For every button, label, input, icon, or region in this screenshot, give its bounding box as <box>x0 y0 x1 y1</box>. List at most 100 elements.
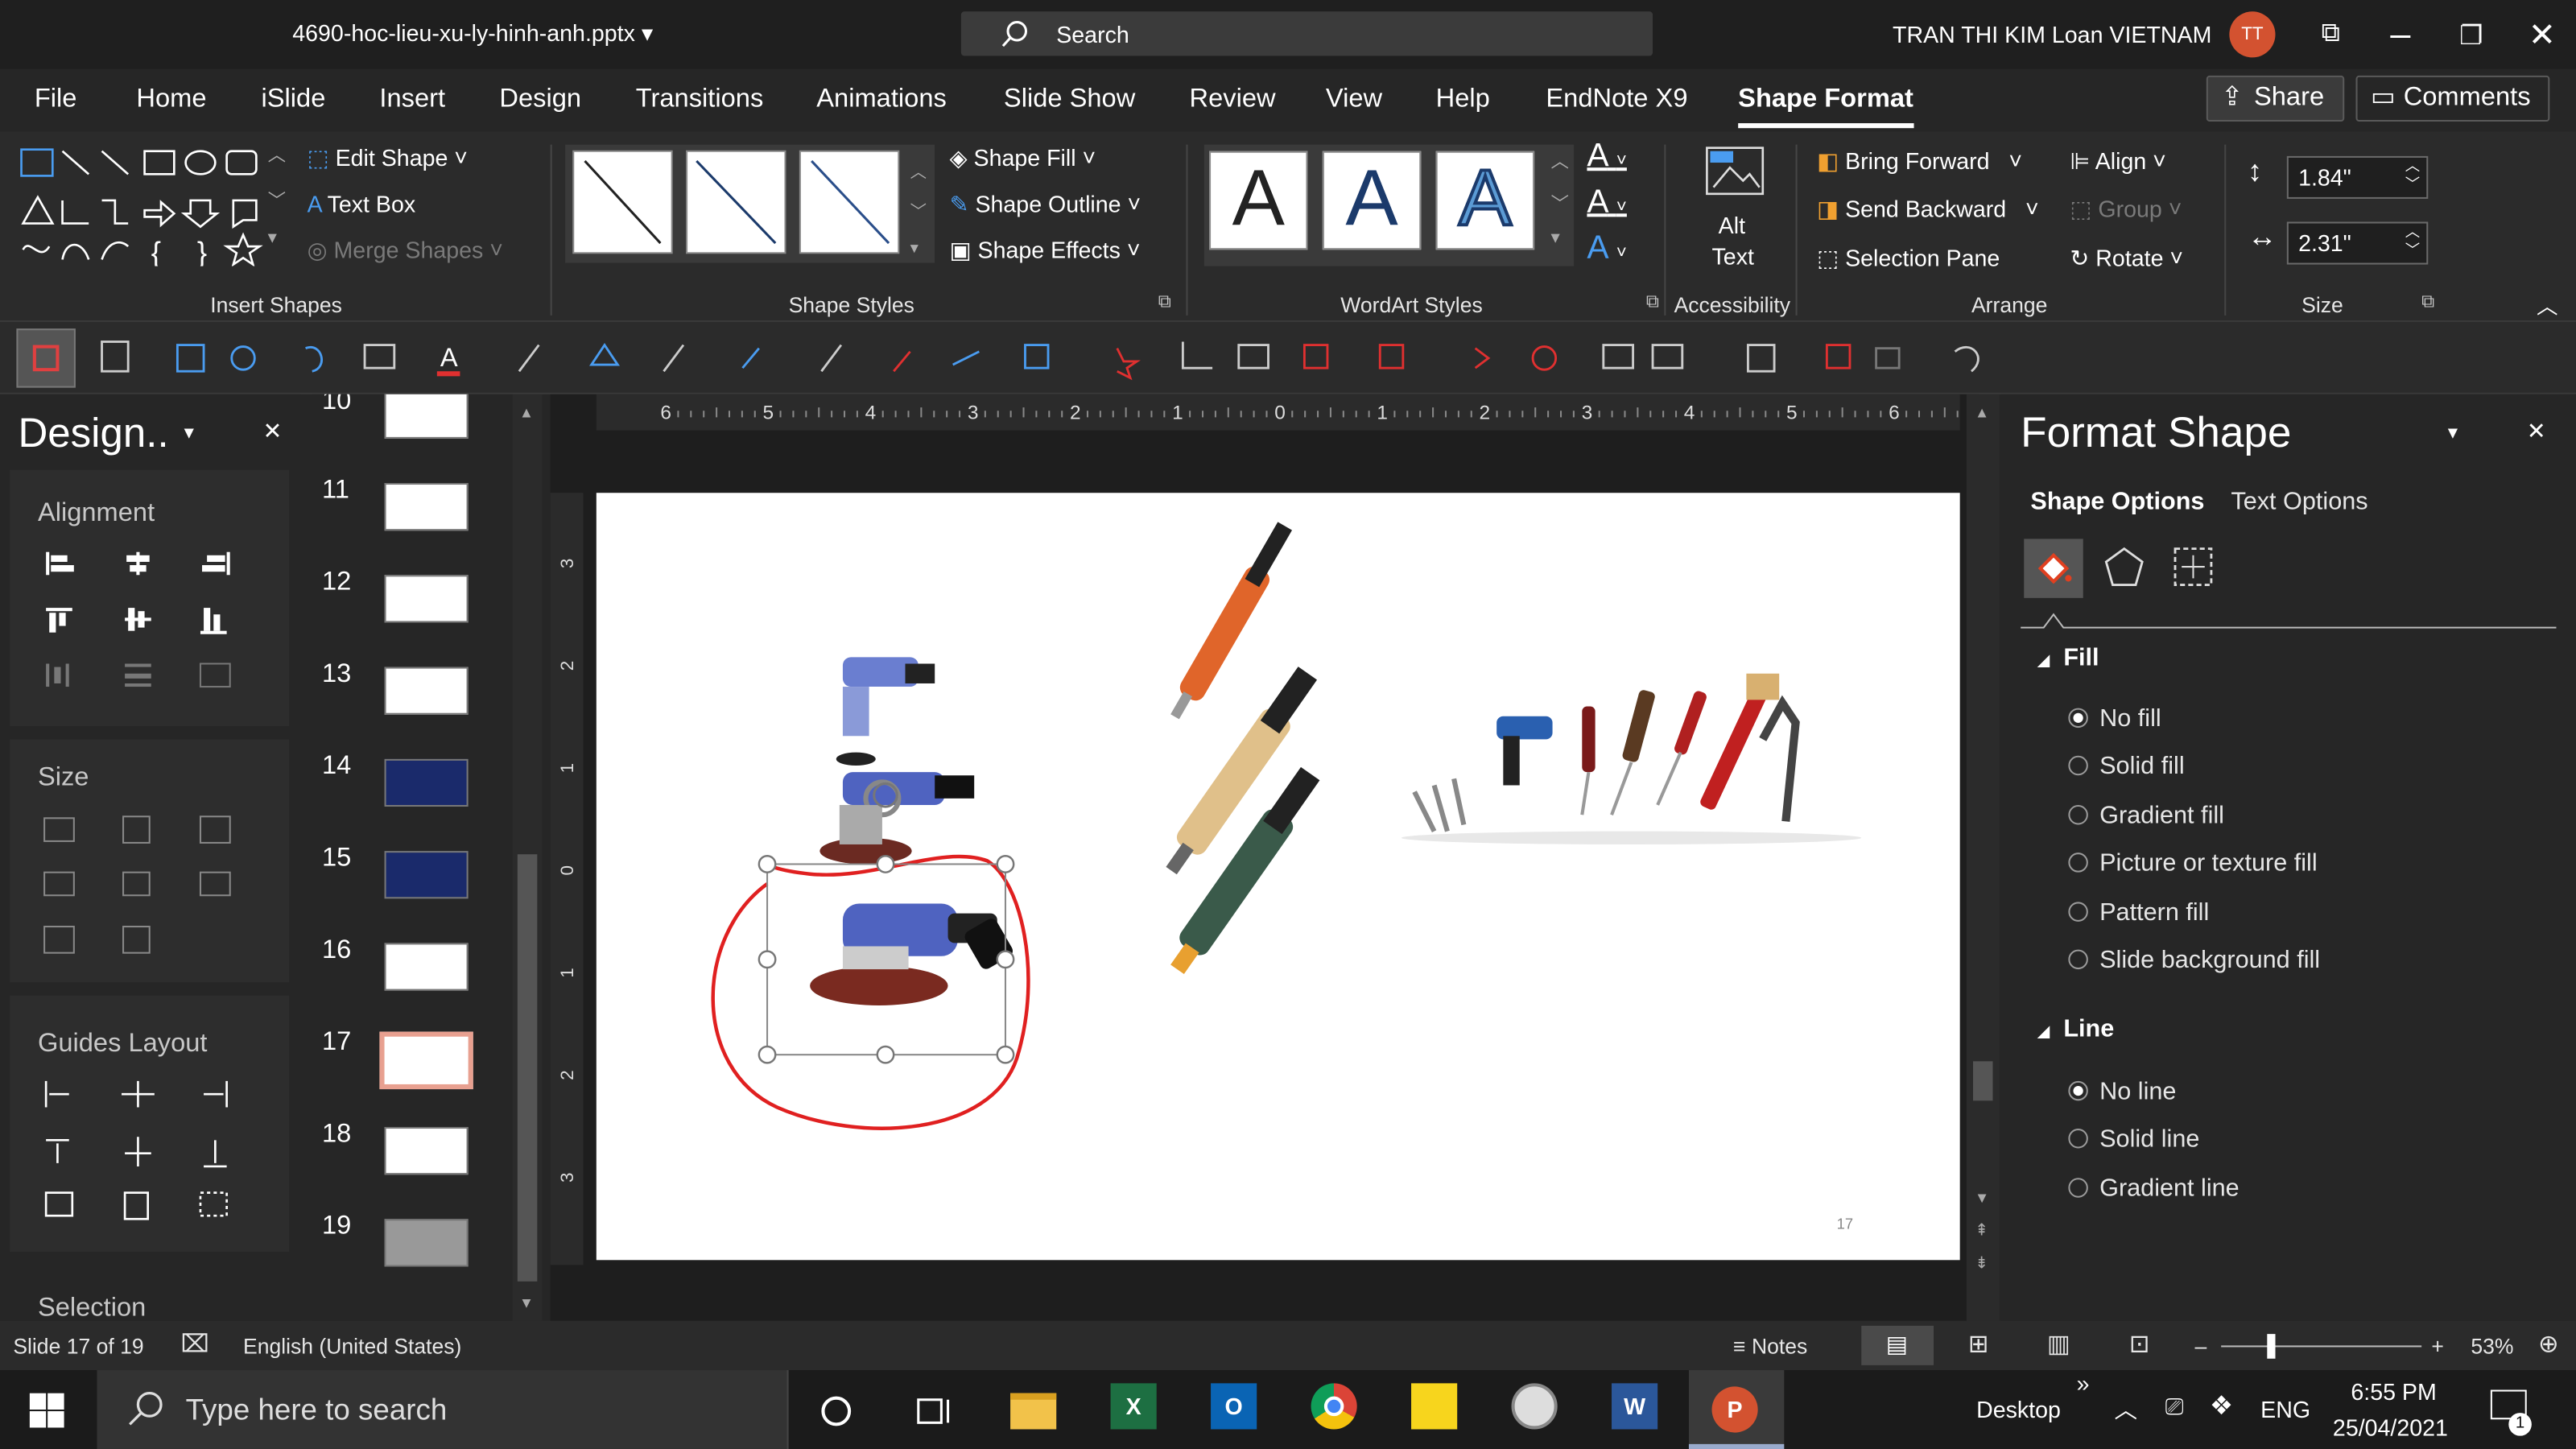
word-icon[interactable]: W <box>1612 1383 1664 1435</box>
slide-sorter-icon[interactable]: ⊞ <box>1968 1329 1989 1359</box>
notes-button[interactable]: ≡ Notes <box>1733 1334 1807 1359</box>
slide-thumbnail-13[interactable] <box>384 667 469 715</box>
wordart-scroll-up[interactable]: ︿ <box>1551 148 1569 175</box>
zoom-in-button[interactable]: + <box>2431 1334 2443 1359</box>
search-box[interactable]: Search <box>960 11 1653 56</box>
text-effects-button[interactable]: A ˅ <box>1587 230 1626 268</box>
align-button[interactable]: ⊫ Align ˅ <box>2070 148 2165 176</box>
radio-no-line[interactable] <box>2068 1080 2088 1101</box>
rotate-button[interactable]: ↻ Rotate ˅ <box>2070 245 2183 273</box>
slide-thumbnail-18[interactable] <box>384 1126 469 1175</box>
slide-thumbnail-15[interactable] <box>384 851 469 899</box>
excel-icon[interactable]: X <box>1110 1383 1163 1435</box>
tab-animations[interactable]: Animations <box>816 85 947 115</box>
radio-solid-line[interactable] <box>2068 1129 2088 1149</box>
tab-slide-show[interactable]: Slide Show <box>1004 85 1135 115</box>
normal-view-button[interactable]: ▤ <box>1861 1325 1934 1365</box>
document-title[interactable]: 4690-hoc-lieu-xu-ly-hinh-anh.pptx ▾ <box>292 19 653 47</box>
slide-thumbnail-16[interactable] <box>384 943 469 991</box>
tool-image-pencil-grinders[interactable] <box>1158 520 1325 977</box>
size-launcher-icon[interactable]: ⧉ <box>2421 292 2434 314</box>
gallery-more[interactable]: ▾ <box>268 227 277 248</box>
slide-counter[interactable]: Slide 17 of 19 <box>13 1334 143 1359</box>
pane-close-icon[interactable]: ✕ <box>2527 417 2546 445</box>
send-backward-button[interactable]: ◨ Send Backward ˅ <box>1817 196 2039 224</box>
wordart-style-outline[interactable]: A <box>1435 151 1535 250</box>
shape-styles-launcher-icon[interactable]: ⧉ <box>1158 292 1171 314</box>
edit-shape-button[interactable]: ⬚ Edit Shape ˅ <box>308 145 468 173</box>
slide-thumbnail-12[interactable] <box>384 575 469 623</box>
tab-review[interactable]: Review <box>1190 85 1276 115</box>
slide-thumbnail-17-selected[interactable] <box>379 1031 473 1090</box>
fill-section-toggle[interactable]: ◢ Fill <box>2037 644 2099 672</box>
text-fill-button[interactable]: A ˅ <box>1587 138 1626 175</box>
shape-fill-button[interactable]: ◈ Shape Fill ˅ <box>950 145 1096 173</box>
taskbar-search[interactable]: Type here to search <box>97 1370 789 1449</box>
fill-line-tab[interactable] <box>2024 539 2083 598</box>
text-box-button[interactable]: A Text Box <box>308 191 416 217</box>
tool-image-selected-grinder[interactable] <box>810 903 1015 1005</box>
wordart-more[interactable]: ▾ <box>1551 227 1560 248</box>
ribbon-display-icon[interactable]: ⧉ <box>2322 19 2340 49</box>
reading-view-icon[interactable]: ▥ <box>2047 1329 2070 1359</box>
next-slide-icon[interactable]: ⇟ <box>1975 1255 1988 1273</box>
shape-styles-gallery[interactable]: ︿ ﹀ ▾ <box>565 144 935 263</box>
powerpoint-taskbar-button[interactable]: P <box>1688 1370 1785 1449</box>
slide-thumbnail-10[interactable] <box>384 394 469 439</box>
toolbar-expand-icon[interactable]: » <box>2077 1370 2090 1397</box>
windows-start-icon[interactable] <box>29 1393 66 1430</box>
tool-image-hand-tools[interactable] <box>1401 673 1862 844</box>
slide-thumbnail-14[interactable] <box>384 758 469 807</box>
shape-width-input[interactable]: 2.31" ︿ ﹀ <box>2286 221 2429 265</box>
tab-help[interactable]: Help <box>1436 85 1490 115</box>
bring-forward-button[interactable]: ◧ Bring Forward ˅ <box>1817 148 2022 176</box>
qat-active-tool[interactable] <box>16 328 76 388</box>
gallery-scroll-down[interactable]: ﹀ <box>268 188 286 214</box>
radio-gradient-fill[interactable] <box>2068 804 2088 825</box>
tab-shape-format[interactable]: Shape Format <box>1738 85 1913 129</box>
slide-canvas[interactable]: 17 <box>596 493 1960 1261</box>
shape-effects-button[interactable]: ▣ Shape Effects ˅ <box>950 237 1141 265</box>
tray-chevron-icon[interactable]: ︿ <box>2115 1393 2138 1426</box>
guides-icons[interactable] <box>43 1078 240 1226</box>
tab-home[interactable]: Home <box>136 85 206 115</box>
language-status[interactable]: English (United States) <box>243 1334 461 1359</box>
tab-text-options[interactable]: Text Options <box>2231 488 2368 516</box>
alignment-icons[interactable] <box>43 549 240 691</box>
tab-shape-options[interactable]: Shape Options <box>2030 488 2204 516</box>
tray-device-icon[interactable]: ⎚ <box>2165 1393 2184 1422</box>
tab-view[interactable]: View <box>1326 85 1382 115</box>
clock-date[interactable]: 25/04/2021 <box>2333 1414 2448 1441</box>
tab-design[interactable]: Design <box>499 85 581 115</box>
tab-insert[interactable]: Insert <box>379 85 445 115</box>
clock-time[interactable]: 6:55 PM <box>2351 1378 2436 1405</box>
tab-endnote[interactable]: EndNote X9 <box>1546 85 1687 115</box>
text-outline-button[interactable]: A ˅ <box>1587 184 1626 222</box>
radio-solid-fill[interactable] <box>2068 755 2088 776</box>
desktop-toolbar-label[interactable]: Desktop <box>1976 1397 2061 1423</box>
wordart-scroll-down[interactable]: ﹀ <box>1551 191 1569 217</box>
size-properties-icon[interactable] <box>2169 542 2218 591</box>
wordart-style-plain[interactable]: A <box>1209 151 1308 250</box>
cortana-icon[interactable] <box>818 1393 854 1430</box>
wordart-launcher-icon[interactable]: ⧉ <box>1646 292 1659 314</box>
dropbox-icon[interactable]: ❖ <box>2210 1390 2233 1423</box>
pane-close-icon[interactable]: ✕ <box>263 417 283 445</box>
zoom-level[interactable]: 53% <box>2471 1334 2513 1359</box>
alt-text-button[interactable]: Alt <box>1719 212 1745 238</box>
effects-pentagon-icon[interactable] <box>2099 542 2149 591</box>
toolbar-icons[interactable]: A <box>92 335 2063 381</box>
alt-text-button-2[interactable]: Text <box>1712 243 1754 270</box>
restore-button[interactable]: ❐ <box>2459 19 2483 52</box>
zoom-slider[interactable] <box>2221 1345 2422 1348</box>
avatar[interactable]: TT <box>2229 11 2276 58</box>
radio-pattern-fill[interactable] <box>2068 902 2088 922</box>
sticky-notes-icon[interactable] <box>1411 1383 1463 1435</box>
chrome-icon[interactable] <box>1311 1383 1364 1435</box>
close-button[interactable]: ✕ <box>2529 14 2556 56</box>
tool-image-upper-grinder[interactable] <box>819 657 975 865</box>
radio-no-fill[interactable] <box>2068 708 2088 729</box>
collapse-ribbon-icon[interactable]: ︿ <box>2537 289 2558 320</box>
tab-file[interactable]: File <box>35 85 77 115</box>
shape-outline-button[interactable]: ✎ Shape Outline ˅ <box>950 191 1141 219</box>
